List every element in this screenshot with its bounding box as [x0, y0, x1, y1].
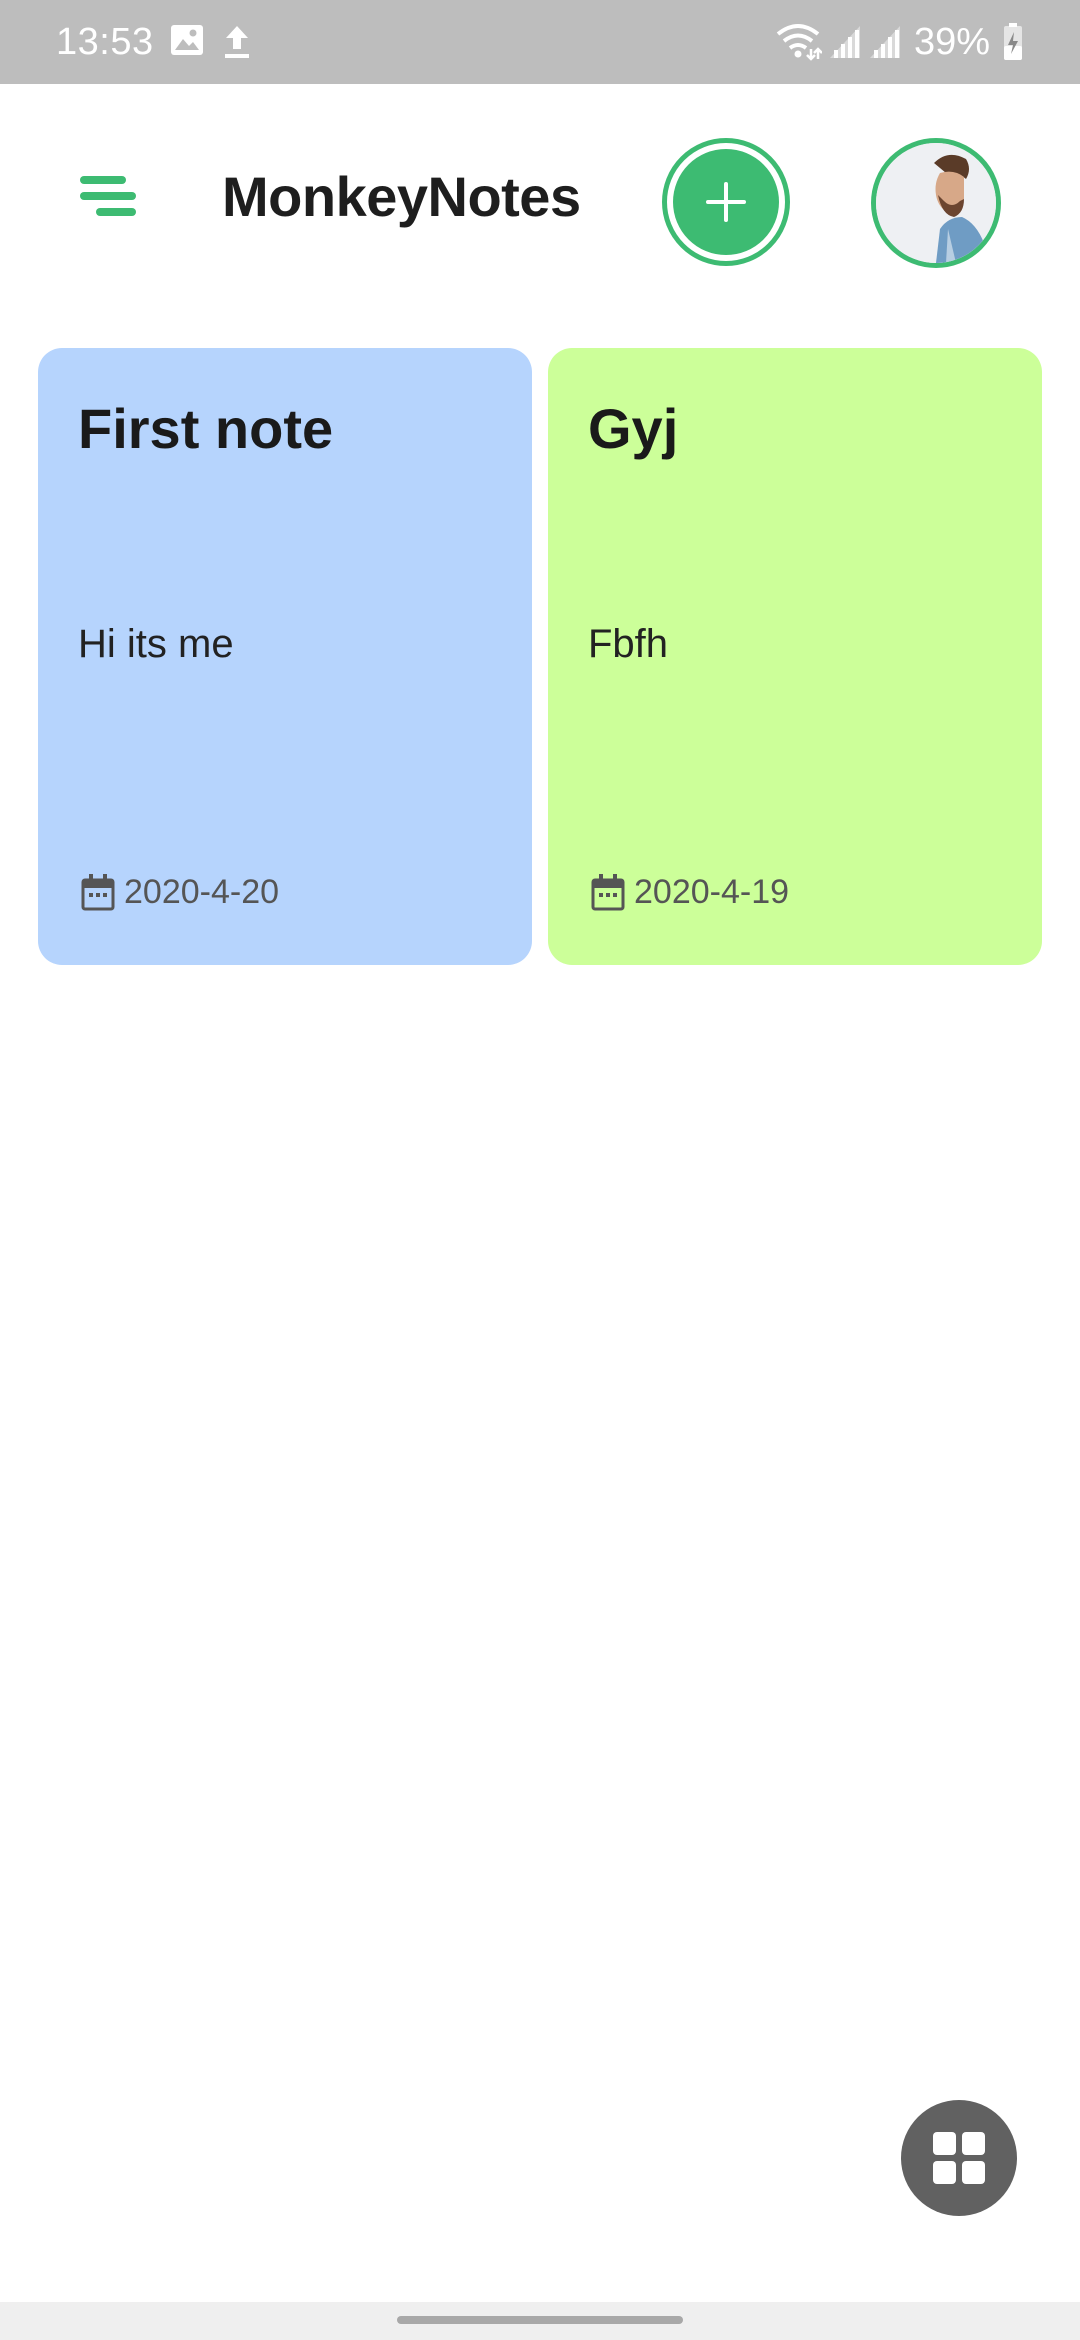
battery-charging-icon — [1004, 23, 1022, 60]
status-bar: 13:53 39% — [0, 0, 1080, 84]
note-date-text: 2020-4-20 — [124, 873, 280, 911]
signal-icon — [830, 26, 860, 58]
upload-icon — [225, 26, 249, 58]
note-title: Gyj — [588, 397, 679, 460]
signal-icon — [870, 26, 900, 58]
note-card[interactable]: Gyj Fbfh 2020-4-19 — [548, 348, 1042, 965]
note-date-text: 2020-4-19 — [634, 873, 790, 911]
status-time: 13:53 — [56, 21, 154, 63]
calendar-icon — [81, 874, 115, 911]
app-title: MonkeyNotes — [222, 165, 581, 228]
note-body: Fbfh — [588, 622, 669, 666]
battery-percentage: 39% — [913, 21, 990, 63]
menu-icon — [80, 176, 136, 216]
profile-photo — [876, 143, 996, 263]
home-gesture-handle[interactable] — [397, 2316, 683, 2324]
image-icon — [171, 25, 203, 55]
avatar[interactable] — [871, 138, 1001, 268]
add-note-button[interactable] — [662, 138, 790, 266]
plus-icon — [706, 182, 746, 222]
app-header: MonkeyNotes — [0, 84, 1080, 324]
menu-button[interactable] — [70, 174, 150, 228]
grid-view-icon — [933, 2132, 985, 2184]
note-card[interactable]: First note Hi its me 2020-4-20 — [38, 348, 532, 965]
note-title: First note — [78, 397, 334, 460]
wifi-icon — [776, 24, 822, 61]
note-body: Hi its me — [78, 622, 234, 666]
navigation-bar — [0, 2302, 1080, 2340]
grid-view-button[interactable] — [901, 2100, 1017, 2216]
note-date: 2020-4-19 — [590, 872, 789, 912]
note-date: 2020-4-20 — [80, 872, 279, 912]
calendar-icon — [591, 874, 625, 911]
